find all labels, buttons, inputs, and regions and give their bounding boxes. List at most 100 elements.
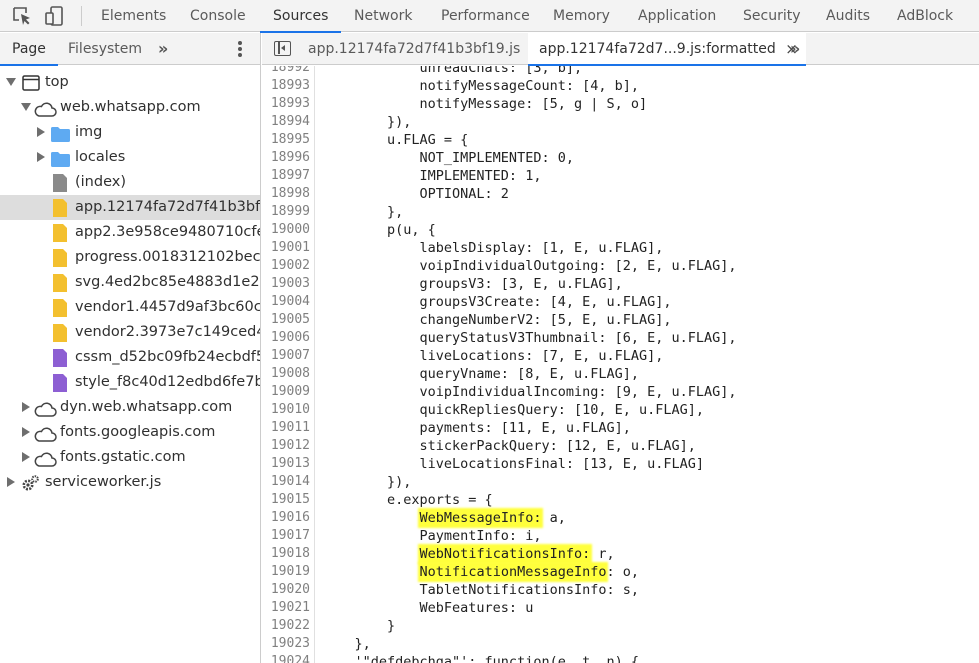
editor-tab-app-formatted[interactable]: app.12174fa72d7...9.js:formatted × [528,33,806,66]
line-number[interactable]: 19010 [262,401,310,419]
tab-performance[interactable]: Performance [441,0,530,32]
line-number[interactable]: 19008 [262,365,310,383]
line-number[interactable]: 19004 [262,293,310,311]
expand-arrow-icon[interactable] [21,103,31,111]
code-rest: r, [590,546,615,562]
line-number[interactable]: 19023 [262,635,310,653]
tab-page[interactable]: Page [0,33,58,66]
tree-item-top[interactable]: top [0,70,260,95]
tab-console[interactable]: Console [190,0,246,32]
tab-audits[interactable]: Audits [826,0,870,32]
line-number[interactable]: 18993 [262,95,310,113]
tree-item-index[interactable]: (index) [0,170,260,195]
line-number[interactable]: 19014 [262,473,310,491]
tree-item-dyn-whatsapp[interactable]: dyn.web.whatsapp.com [0,395,260,420]
tree-item-vendor2-js[interactable]: vendor2.3973e7c149ced441.js [0,320,260,345]
toggle-navigator-icon[interactable] [274,41,291,56]
tab-adblock[interactable]: AdBlock [897,0,953,32]
tree-item-label: web.whatsapp.com [60,99,201,115]
tree-item-progress-js[interactable]: progress.0018312102bec447.js [0,245,260,270]
line-number[interactable]: 18997 [262,167,310,185]
tree-item-serviceworker[interactable]: serviceworker.js [0,470,260,495]
tab-filesystem[interactable]: Filesystem [68,33,142,65]
expand-arrow-icon[interactable] [7,477,15,487]
tab-elements[interactable]: Elements [101,0,166,32]
expand-arrow-icon[interactable] [22,427,30,437]
expand-arrow-icon[interactable] [6,78,16,86]
tree-item-vendor1-js[interactable]: vendor1.4457d9af3bc60cc9a.js [0,295,260,320]
device-toolbar-icon[interactable] [44,5,66,27]
tree-item-fonts-gstatic[interactable]: fonts.gstatic.com [0,445,260,470]
tree-item-svg-js[interactable]: svg.4ed2bc85e4883d1e276a.js [0,270,260,295]
code-area[interactable]: 18992 unreadChats: [3, b], 18993 notifyMe… [262,66,979,663]
code-text: }, [322,204,404,220]
line-number[interactable]: 18994 [262,113,310,131]
expand-arrow-icon[interactable] [22,402,30,412]
tree-item-style-css[interactable]: style_f8c40d12edbd6fe7b2c.css [0,370,260,395]
tab-network[interactable]: Network [354,0,412,32]
line-number[interactable]: 19021 [262,599,310,617]
tab-sources[interactable]: Sources [259,0,342,33]
tab-security[interactable]: Security [743,0,801,32]
tree-item-app-js[interactable]: app.12174fa72d7f41b3bf19.js [0,195,260,220]
tree-item-locales[interactable]: locales [0,145,260,170]
more-options-icon[interactable] [236,41,244,59]
more-tabs-icon[interactable]: » [158,39,176,59]
line-number[interactable]: 19020 [262,581,310,599]
script-icon [53,249,67,267]
tree-item-label: top [45,74,69,90]
line-number[interactable]: 18998 [262,185,310,203]
code-line: 18998 OPTIONAL: 2 [262,185,979,203]
expand-arrow-icon[interactable] [37,127,45,137]
line-number[interactable]: 19002 [262,257,310,275]
expand-arrow-icon[interactable] [37,152,45,162]
folder-icon [51,126,70,142]
editor-tab-app-js[interactable]: app.12174fa72d7f41b3bf19.js [308,33,520,65]
tree-item-cssm-css[interactable]: cssm_d52bc09fb24ecbdf5f9.css [0,345,260,370]
code-line: 19001 labelsDisplay: [1, E, u.FLAG], [262,239,979,257]
line-number[interactable]: 18996 [262,149,310,167]
line-number[interactable]: 19005 [262,311,310,329]
code-text: WebFeatures: u [322,600,534,616]
tab-application[interactable]: Application [638,0,716,32]
code-text: labelsDisplay: [1, E, u.FLAG], [322,240,664,256]
editor-tab-label: app.12174fa72d7...9.js:formatted [539,41,776,57]
line-number[interactable]: 19015 [262,491,310,509]
line-number[interactable]: 19001 [262,239,310,257]
line-number[interactable]: 18999 [262,203,310,221]
line-number[interactable]: 19012 [262,437,310,455]
tab-memory[interactable]: Memory [553,0,610,32]
tree-item-web-whatsapp[interactable]: web.whatsapp.com [0,95,260,120]
line-number[interactable]: 18993 [262,77,310,95]
line-number[interactable]: 18995 [262,131,310,149]
line-number[interactable]: 18992 [262,66,310,77]
code-line: 19009 voipIndividualIncoming: [9, E, u.F… [262,383,979,401]
line-number[interactable]: 19006 [262,329,310,347]
line-number[interactable]: 19017 [262,527,310,545]
code-text: quickRepliesQuery: [10, E, u.FLAG], [322,402,705,418]
line-number[interactable]: 19003 [262,275,310,293]
expand-arrow-icon[interactable] [22,452,30,462]
line-number[interactable]: 19009 [262,383,310,401]
code-line: 19013 liveLocationsFinal: [13, E, u.FLAG… [262,455,979,473]
line-number[interactable]: 19022 [262,617,310,635]
code-text: voipIndividualOutgoing: [2, E, u.FLAG], [322,258,737,274]
line-number[interactable]: 19007 [262,347,310,365]
gear-icon [20,474,40,501]
code-line: 18993 notifyMessageCount: [4, b], [262,77,979,95]
line-number[interactable]: 19019 [262,563,310,581]
tree-item-fonts-googleapis[interactable]: fonts.googleapis.com [0,420,260,445]
tree-item-img[interactable]: img [0,120,260,145]
code-line: 19018 WebNotificationsInfo: r, [262,545,979,563]
line-number[interactable]: 19018 [262,545,310,563]
code-line: 18993 notifyMessage: [5, g | S, o] [262,95,979,113]
tree-item-app2-js[interactable]: app2.3e958ce9480710cfe92.js [0,220,260,245]
more-tabs-icon[interactable]: » [790,39,800,59]
line-number[interactable]: 19024 [262,653,310,663]
code-text: PaymentInfo: i, [322,528,542,544]
inspect-element-icon[interactable] [11,5,33,27]
line-number[interactable]: 19011 [262,419,310,437]
line-number[interactable]: 19016 [262,509,310,527]
line-number[interactable]: 19000 [262,221,310,239]
line-number[interactable]: 19013 [262,455,310,473]
